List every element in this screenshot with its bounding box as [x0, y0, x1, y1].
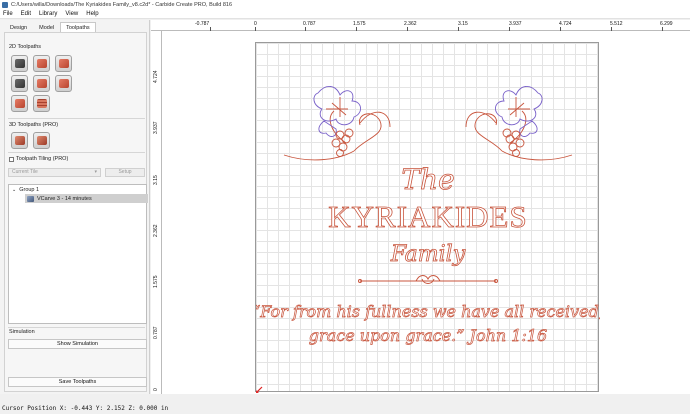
3d-finish-toolpath-button[interactable] — [33, 132, 50, 149]
toolpath-item-vcarve[interactable]: VCarve 3 - 14 minutes — [25, 194, 148, 203]
3d-rough-toolpath-button[interactable] — [11, 132, 28, 149]
app-window: C:/Users/willa/Downloads/The Kyriakides … — [0, 0, 690, 414]
status-spacer — [0, 394, 690, 403]
ruler-tick: -0.787 — [195, 21, 210, 27]
save-toolpaths-button[interactable]: Save Toolpaths — [8, 377, 147, 387]
design-text-the: The — [401, 163, 454, 196]
stock-area[interactable]: The KYRIAKIDES Family “For from his full… — [255, 42, 600, 393]
ruler-tick: 2.362 — [404, 21, 417, 27]
ruler-tick: 4.724 — [153, 70, 159, 83]
toolpath-tiling-row[interactable]: Toolpath Tiling (PRO) — [9, 156, 68, 162]
divider — [8, 327, 145, 328]
section-simulation: Simulation — [9, 329, 35, 335]
ruler-tick: 0 — [153, 388, 159, 391]
menu-bar: File Edit Library View Help — [0, 9, 690, 19]
ruler-vertical: 4.724 3.937 3.15 2.362 1.575 0.787 0 — [151, 31, 162, 394]
rough-icon — [37, 99, 47, 108]
advanced-vcarve-icon — [37, 79, 47, 88]
divider — [8, 152, 145, 153]
divider — [8, 118, 145, 119]
toolpath-3d-grid — [11, 132, 72, 149]
group-label: Group 1 — [19, 187, 40, 193]
menu-edit[interactable]: Edit — [17, 11, 35, 17]
advanced-vcarve-toolpath-button[interactable] — [33, 75, 50, 92]
ruler-tick: 0.787 — [153, 326, 159, 339]
ruler-horizontal: -0.787 0 0.787 1.575 2.362 3.15 3.937 4.… — [151, 20, 690, 31]
ruler-tick: 1.575 — [153, 275, 159, 288]
texture-icon — [59, 79, 69, 88]
app-icon — [2, 1, 8, 8]
section-2d-toolpaths: 2D Toolpaths — [9, 44, 42, 50]
ruler-tick: 3.15 — [153, 175, 159, 185]
vcarve-toolpath-button[interactable] — [55, 55, 72, 72]
current-tile-label: Current Tile — [12, 169, 38, 175]
tab-model[interactable]: Model — [33, 22, 60, 32]
current-tile-select[interactable]: Current Tile ▾ — [8, 168, 101, 177]
toolpaths-panel: 2D Toolpaths 3D Toolpaths (PRO) Toolpath… — [4, 32, 148, 392]
pocket-icon — [37, 59, 47, 68]
panel-tabs: Design Model Toolpaths — [4, 22, 96, 32]
show-simulation-button[interactable]: Show Simulation — [8, 339, 147, 349]
chevron-down-icon[interactable]: ⌄ — [12, 187, 16, 193]
facing-toolpath-button[interactable] — [11, 95, 28, 112]
ruler-tick: 3.15 — [458, 21, 468, 27]
setup-button[interactable]: Setup — [105, 168, 145, 177]
toolpath-tiling-checkbox[interactable] — [9, 156, 14, 162]
menu-view[interactable]: View — [61, 11, 82, 17]
contour-toolpath-button[interactable] — [11, 55, 28, 72]
toolpath-item-label: VCarve 3 - 14 minutes — [37, 195, 92, 202]
pocket-toolpath-button[interactable] — [33, 55, 50, 72]
toolpath-2d-grid — [11, 55, 72, 112]
menu-help[interactable]: Help — [82, 11, 102, 17]
menu-file[interactable]: File — [0, 11, 17, 17]
3d-rough-icon — [15, 136, 25, 145]
ruler-tick: 1.575 — [353, 21, 366, 27]
title-bar: C:/Users/willa/Downloads/The Kyriakides … — [0, 0, 690, 9]
group-1[interactable]: ⌄ Group 1 — [12, 187, 39, 193]
left-grape-ornament — [283, 86, 391, 161]
texture-toolpath-button[interactable] — [55, 75, 72, 92]
menu-library[interactable]: Library — [35, 11, 61, 17]
vcarve-icon — [59, 59, 69, 68]
facing-icon — [15, 99, 25, 108]
3d-finish-icon — [37, 136, 47, 145]
design-text-quote-line1: “For from his fullness we have all recei… — [256, 302, 600, 321]
design-text-surname: KYRIAKIDES — [328, 199, 527, 234]
contour-icon — [15, 59, 25, 68]
ruler-tick: 3.937 — [509, 21, 522, 27]
toolpath-tiling-label: Toolpath Tiling (PRO) — [16, 156, 69, 162]
right-grape-ornament — [465, 86, 573, 161]
design-artwork[interactable]: The KYRIAKIDES Family “For from his full… — [256, 43, 600, 393]
design-canvas[interactable]: The KYRIAKIDES Family “For from his full… — [162, 31, 690, 394]
decorative-divider — [358, 275, 498, 284]
toolpath-list: ⌄ Group 1 VCarve 3 - 14 minutes — [8, 184, 148, 324]
ruler-tick: 2.362 — [153, 224, 159, 237]
ruler-tick: 3.937 — [153, 121, 159, 134]
cursor-position-readout: Cursor Position X: -0.443 Y: 2.152 Z: 0.… — [2, 405, 169, 412]
chevron-down-icon: ▾ — [94, 169, 97, 175]
drill-icon — [15, 79, 25, 88]
origin-marker-icon — [256, 386, 263, 393]
rough-toolpath-button[interactable] — [33, 95, 50, 112]
tab-toolpaths[interactable]: Toolpaths — [60, 22, 96, 32]
design-text-family: Family — [390, 242, 466, 267]
left-panel: Design Model Toolpaths 2D Toolpaths 3D T… — [0, 20, 150, 394]
section-3d-toolpaths: 3D Toolpaths (PRO) — [9, 122, 59, 128]
tab-design[interactable]: Design — [4, 22, 33, 32]
vcarve-icon — [27, 195, 34, 202]
design-text-quote-line2: grace upon grace.” John 1:16 — [309, 326, 547, 345]
status-bar: Cursor Position X: -0.443 Y: 2.152 Z: 0.… — [0, 403, 690, 414]
window-title: C:/Users/willa/Downloads/The Kyriakides … — [11, 1, 233, 8]
drill-toolpath-button[interactable] — [11, 75, 28, 92]
